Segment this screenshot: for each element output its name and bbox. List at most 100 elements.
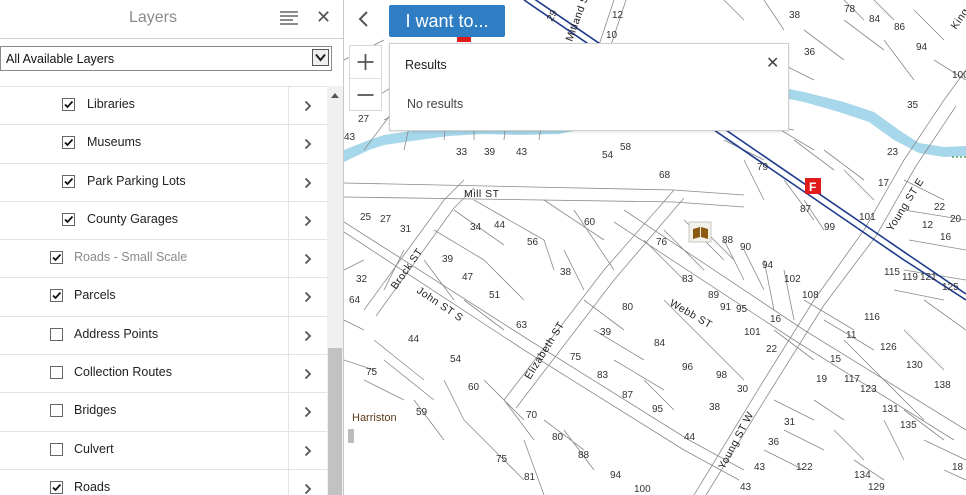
chevron-right-icon[interactable]	[288, 163, 327, 201]
zoom-out-button[interactable]	[350, 79, 381, 111]
chevron-right-icon[interactable]	[288, 316, 327, 355]
minus-icon	[357, 94, 374, 96]
svg-text:27: 27	[358, 114, 370, 125]
close-icon[interactable]: ✕	[766, 53, 779, 73]
street-label: King	[949, 6, 966, 32]
svg-text:16: 16	[770, 314, 782, 325]
results-title: Results	[405, 58, 447, 72]
chevron-right-icon[interactable]	[288, 87, 327, 125]
svg-text:134: 134	[854, 470, 871, 481]
svg-text:60: 60	[468, 382, 480, 393]
svg-text:43: 43	[516, 147, 528, 158]
svg-text:36: 36	[804, 47, 816, 58]
svg-text:101: 101	[744, 327, 761, 338]
street-label: Mill ST	[464, 188, 500, 200]
layer-row[interactable]: Libraries	[0, 87, 327, 126]
svg-text:100: 100	[634, 484, 651, 495]
results-empty-message: No results	[407, 97, 464, 111]
library-icon[interactable]	[688, 221, 712, 243]
svg-text:91: 91	[720, 302, 732, 313]
layer-row[interactable]: Culvert	[0, 431, 327, 470]
scroll-thumb[interactable]	[328, 348, 342, 495]
svg-text:44: 44	[408, 334, 420, 345]
layer-row[interactable]: Park Parking Lots	[0, 163, 327, 202]
layer-row[interactable]: Parcels	[0, 278, 327, 317]
close-panel-icon[interactable]: ✕	[316, 7, 331, 28]
svg-text:102: 102	[784, 274, 801, 285]
scroll-up-icon[interactable]	[327, 90, 343, 100]
chevron-right-icon[interactable]	[288, 240, 327, 278]
layer-checkbox[interactable]	[50, 442, 63, 456]
layer-checkbox[interactable]	[62, 98, 75, 111]
layer-row[interactable]: Roads - Small Scale	[0, 240, 327, 279]
svg-text:15: 15	[830, 354, 842, 365]
layer-label: Libraries	[87, 97, 135, 111]
svg-text:88: 88	[722, 235, 734, 246]
layer-checkbox[interactable]	[62, 212, 75, 226]
collapse-panel-button[interactable]	[351, 6, 377, 32]
i-want-to-button[interactable]: I want to...	[389, 5, 505, 37]
svg-text:87: 87	[622, 390, 634, 401]
zoom-controls	[349, 45, 382, 111]
svg-text:17: 17	[878, 178, 890, 189]
chevron-down-icon[interactable]	[312, 49, 329, 66]
svg-text:33: 33	[456, 147, 468, 158]
svg-text:83: 83	[682, 274, 694, 285]
svg-text:63: 63	[516, 320, 528, 331]
layer-row[interactable]: Museums	[0, 125, 327, 164]
layer-filter-select[interactable]: All Available Layers	[0, 46, 332, 71]
layer-checkbox[interactable]	[50, 366, 63, 380]
svg-text:39: 39	[484, 147, 496, 158]
layer-checkbox[interactable]	[62, 174, 75, 188]
svg-text:22: 22	[934, 202, 946, 213]
svg-text:119: 119	[902, 272, 918, 283]
layer-checkbox[interactable]	[50, 289, 63, 303]
svg-text:95: 95	[652, 404, 664, 415]
resize-handle-icon[interactable]	[347, 427, 355, 445]
layer-list-scrollbar[interactable]	[327, 86, 343, 495]
svg-text:81: 81	[524, 472, 536, 483]
chevron-right-icon[interactable]	[288, 431, 327, 469]
fire-station-icon[interactable]: F	[805, 178, 821, 194]
layer-label: Park Parking Lots	[87, 173, 186, 188]
svg-text:123: 123	[860, 384, 877, 395]
chevron-left-icon	[358, 11, 368, 27]
chevron-right-icon[interactable]	[288, 278, 327, 316]
svg-text:12: 12	[922, 220, 934, 231]
zoom-in-button[interactable]	[350, 46, 381, 79]
svg-text:58: 58	[620, 142, 632, 153]
svg-text:56: 56	[527, 237, 539, 248]
layer-checkbox[interactable]	[50, 480, 63, 494]
layer-checkbox[interactable]	[50, 404, 63, 418]
svg-text:75: 75	[366, 367, 378, 378]
svg-text:43: 43	[740, 482, 752, 493]
svg-text:96: 96	[682, 362, 694, 373]
layer-row[interactable]: Collection Routes	[0, 355, 327, 394]
svg-text:68: 68	[659, 170, 671, 181]
chevron-right-icon[interactable]	[288, 469, 327, 495]
svg-text:35: 35	[907, 100, 919, 111]
menu-icon[interactable]	[280, 11, 298, 25]
chevron-right-icon[interactable]	[288, 355, 327, 393]
layer-checkbox[interactable]	[50, 327, 63, 341]
layer-checkbox[interactable]	[50, 251, 63, 265]
layer-row[interactable]: County Garages	[0, 201, 327, 241]
layer-checkbox[interactable]	[62, 136, 75, 150]
map-view[interactable]: F Mill ST Brock ST John ST S Elizabeth S…	[344, 0, 966, 495]
svg-text:76: 76	[656, 237, 668, 248]
layer-list: Libraries Museums Park Parking Lots County …	[0, 86, 327, 495]
chevron-right-icon[interactable]	[288, 393, 327, 431]
svg-text:122: 122	[796, 462, 813, 473]
street-label: Webb ST	[668, 297, 715, 331]
layer-label: Bridges	[74, 403, 117, 418]
layer-row[interactable]: Bridges	[0, 393, 327, 432]
chevron-right-icon[interactable]	[288, 201, 327, 240]
layer-row[interactable]: Roads	[0, 469, 327, 495]
svg-text:11: 11	[846, 330, 857, 341]
layer-row[interactable]: Address Points	[0, 316, 327, 356]
svg-text:130: 130	[906, 360, 923, 371]
layers-panel-header: Layers ✕	[0, 0, 343, 39]
chevron-right-icon[interactable]	[288, 125, 327, 163]
svg-text:135: 135	[900, 420, 917, 431]
layer-label: Collection Routes	[74, 365, 172, 380]
